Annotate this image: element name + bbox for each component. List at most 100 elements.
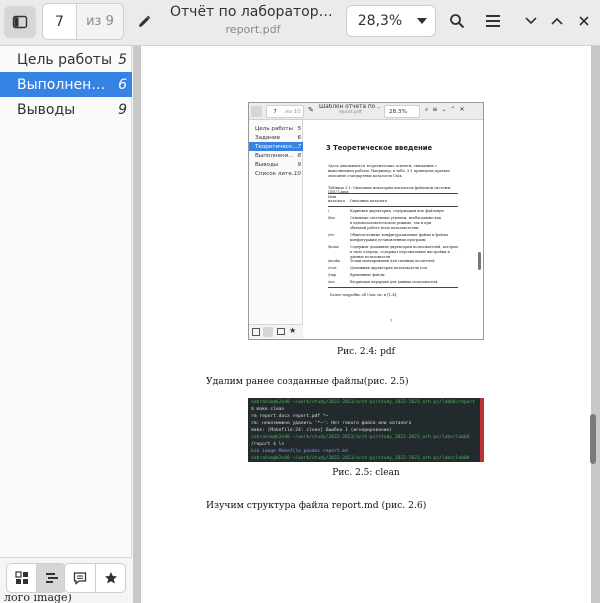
mini-zoom: 28,3% — [384, 105, 420, 118]
annotation-toggle-group — [64, 563, 126, 593]
figure-caption: Рис. 2.5: clean — [332, 468, 400, 478]
header-bar: из 9 Отчёт по лабораторной работе report… — [0, 0, 600, 46]
thumbnails-icon — [15, 571, 28, 584]
mini-toolbar-icons: ⌕≡⌄⌃✕ — [425, 106, 469, 113]
page-number-input[interactable] — [43, 4, 77, 39]
terminal-line: $ make clean — [251, 407, 285, 412]
mini-page: 3 Теоретическое введение Здесь описывают… — [304, 120, 483, 339]
figure-caption: Рис. 2.4: pdf — [337, 347, 395, 357]
search-icon — [450, 14, 465, 29]
mini-outline-icon — [263, 327, 273, 337]
next-result-button[interactable] — [520, 8, 542, 34]
mini-title-area: Шаблон отчёта по ... report.pdf — [319, 104, 381, 115]
document-filename: report.pdf — [225, 23, 281, 36]
comment-icon — [73, 572, 87, 585]
sidebar-item-page: 9 — [118, 101, 127, 118]
mini-table-cell: / — [328, 209, 330, 213]
terminal-line: rm report.docx report.pdf *~ — [251, 414, 329, 419]
mini-table-cell: /bin — [328, 216, 335, 220]
sidebar-item-conclusions[interactable]: Выводы 9 — [0, 97, 132, 122]
document-scrollbar[interactable] — [590, 46, 596, 591]
mini-table-rule — [328, 287, 458, 288]
mini-toc-item: Выполнени... 8 — [255, 152, 301, 159]
mini-table-cell: /media — [328, 259, 341, 263]
document-view[interactable]: 7 из 10 ✎ Шаблон отчёта по ... report.pd… — [133, 46, 600, 603]
scrollbar-thumb[interactable] — [590, 414, 596, 464]
mini-table-col2: Описание каталога — [350, 199, 387, 203]
mini-table-cell: Общесистемные конфигурационные файлы и ф… — [350, 233, 448, 242]
mini-star-icon: ★ — [289, 326, 297, 335]
terminal-line: rm: невозможно удалить '*~': Нет такого … — [251, 421, 412, 426]
sidebar-item-label: Выводы — [17, 101, 76, 118]
mini-zoom-value: 28,3% — [389, 108, 407, 115]
thumbnails-view-button[interactable] — [7, 564, 37, 592]
mini-table-rule — [328, 193, 458, 194]
mini-sidebar-switcher: ★ — [249, 324, 303, 339]
close-icon — [579, 16, 589, 26]
mini-toc-item: Цель работы 5 — [255, 125, 301, 132]
chevron-down-icon — [525, 17, 537, 25]
sidebar-item-execution[interactable]: Выполнение лабораторной работы 6 — [0, 72, 132, 97]
zoom-selector[interactable]: 28,3% — [346, 5, 436, 37]
mini-paragraph: Здесь описываются теоретические аспекты,… — [328, 164, 451, 178]
page-total-label: из 9 — [77, 4, 123, 39]
hamburger-menu-icon — [486, 15, 500, 27]
mini-page-current: 7 — [273, 108, 277, 115]
mini-table-rule — [328, 206, 458, 207]
caret-down-icon — [417, 18, 427, 24]
mini-table-cell: Корневая директория, содержащая всю файл… — [350, 209, 445, 213]
terminal-line: iebrahim@k2e40 ~/work/study/2022-2023/ar… — [251, 435, 470, 440]
sidebar-toggle-button[interactable] — [4, 6, 36, 38]
figure-pdf-screenshot: 7 из 10 ✎ Шаблон отчёта по ... report.pd… — [248, 102, 484, 340]
sidebar: Цель работы 5 Выполнение лабораторной ра… — [0, 46, 132, 603]
mini-page-number: 7 — [390, 319, 393, 323]
pencil-icon — [139, 15, 151, 27]
mini-table-col1: Имя каталога — [328, 195, 345, 203]
mini-toc-item: Список лите... 10 — [255, 170, 301, 177]
page-navigator: из 9 — [42, 3, 124, 40]
mini-footer-text: Более подробно об Unix см. в [1–4]. — [330, 293, 398, 297]
terminal-line: iebrahim@k2e40 ~/work/study/2022-2023/ar… — [251, 456, 470, 461]
mini-table-cell: /root — [328, 266, 337, 270]
terminal-line: bib image Makefile pandoc report.md — [251, 449, 348, 454]
search-button[interactable] — [444, 8, 470, 34]
sidebar-item-page: 6 — [118, 76, 127, 93]
paragraph: Изучим структура файла report.md (рис. 2… — [206, 500, 427, 511]
outline-icon — [46, 573, 58, 583]
previous-result-button[interactable] — [546, 8, 568, 34]
overflow-text: лого image) — [4, 594, 72, 603]
sidebar-item-goal[interactable]: Цель работы 5 — [0, 47, 132, 72]
mini-table-cell: /etc — [328, 233, 335, 237]
sidebar-item-label: Цель работы — [17, 51, 113, 68]
sidebar-icon — [12, 15, 28, 29]
bookmarks-view-button[interactable] — [96, 564, 126, 592]
mini-table-cell: Точки монтирования для сменных носителей — [350, 259, 435, 263]
document-title-area: Отчёт по лабораторной работе report.pdf — [170, 4, 336, 36]
zoom-value: 28,3% — [357, 13, 403, 29]
mini-pencil-icon: ✎ — [308, 106, 314, 114]
zoom-dropdown-button[interactable] — [409, 17, 435, 25]
mini-scrollbar — [478, 252, 481, 270]
sidebar-item-page: 5 — [118, 51, 127, 68]
mini-page-box: 7 из 10 — [266, 105, 304, 118]
mini-heading: 3 Теоретическое введение — [326, 144, 433, 152]
outline-view-button[interactable] — [37, 564, 65, 592]
terminal-edge — [480, 398, 484, 462]
document-title: Отчёт по лабораторной работе — [170, 4, 336, 20]
mini-table-cell: Временные файлы — [350, 273, 385, 277]
chevron-up-icon — [551, 17, 563, 25]
close-button[interactable] — [572, 8, 596, 34]
main-menu-button[interactable] — [480, 8, 506, 34]
annotations-view-button[interactable] — [65, 564, 95, 592]
mini-toc-item: Задание 6 — [255, 134, 301, 141]
mini-table-cell: Домашняя директория пользователя root — [350, 266, 428, 270]
mini-thumbnails-icon — [252, 328, 260, 336]
pdf-page: 7 из 10 ✎ Шаблон отчёта по ... report.pd… — [141, 46, 591, 603]
mini-comment-icon — [277, 328, 285, 335]
mini-toc-item: Выводы 9 — [255, 161, 301, 168]
mini-page-total: из 10 — [285, 108, 301, 115]
mini-table-cell: /usr — [328, 280, 335, 284]
annotate-button[interactable] — [130, 8, 158, 36]
terminal-line: /report $ ls — [251, 442, 285, 447]
mini-filename: report.pdf — [338, 110, 362, 115]
